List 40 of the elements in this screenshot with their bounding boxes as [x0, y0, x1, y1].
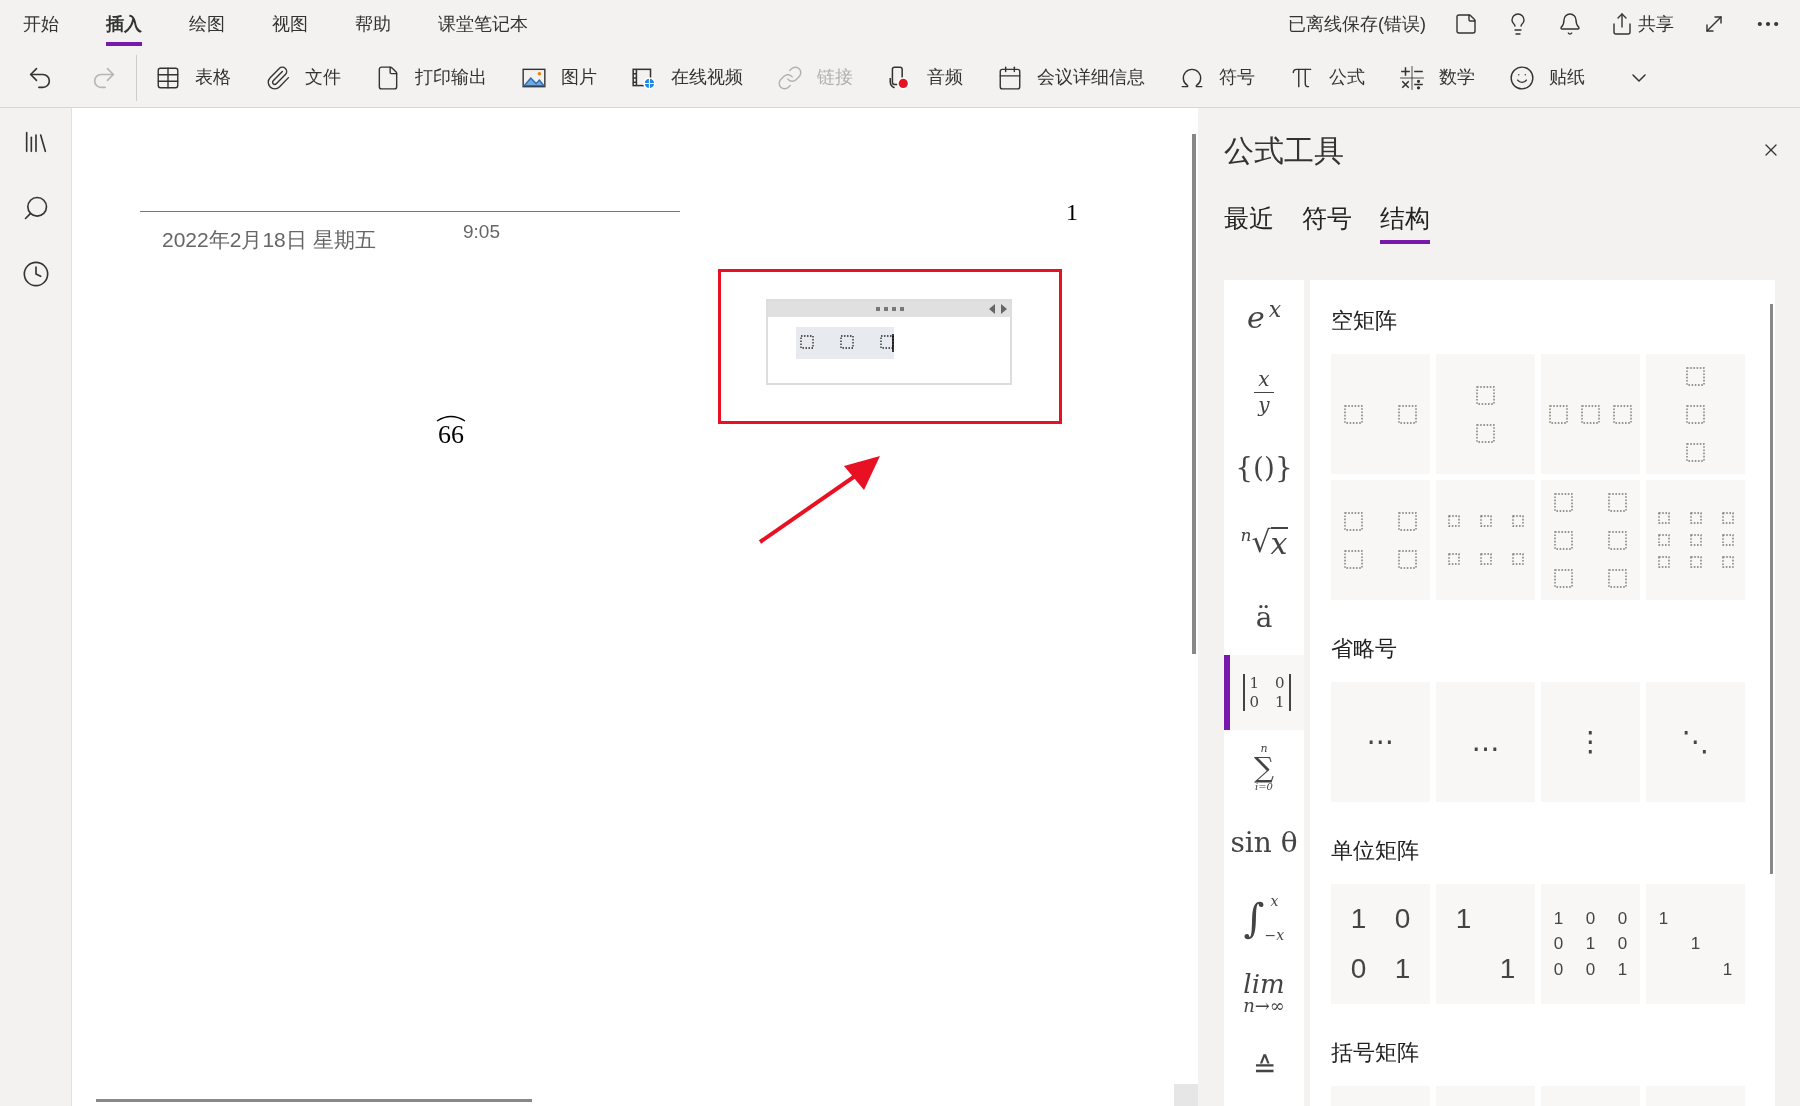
- section-title: 单位矩阵: [1331, 840, 1420, 862]
- ribbon-tab[interactable]: 开始: [23, 2, 59, 46]
- structure-tile[interactable]: 1 0 0 0 1 0 0 0 1: [1541, 884, 1640, 1004]
- page-time: 9:05: [463, 220, 500, 244]
- section-title: 空矩阵: [1331, 310, 1398, 332]
- structure-tile[interactable]: …: [1436, 682, 1535, 802]
- ribbon-tab[interactable]: 绘图: [189, 2, 225, 46]
- toolbar-button[interactable]: 会议详细信息: [997, 64, 1145, 91]
- toolbar-button[interactable]: 公式: [1289, 64, 1365, 91]
- toolbar-button[interactable]: 图片: [521, 64, 597, 91]
- toolbar-button[interactable]: 表格: [155, 64, 231, 91]
- panel-tab[interactable]: 结构: [1380, 200, 1430, 244]
- toolbar-button[interactable]: 打印输出: [375, 64, 487, 91]
- toolbar-button[interactable]: 符号: [1179, 64, 1255, 91]
- toolbar-button[interactable]: 在线视频: [631, 64, 743, 91]
- toolbar-button[interactable]: 数学: [1399, 64, 1475, 91]
- page-number: 1: [1066, 198, 1078, 227]
- toolbar-button[interactable]: 贴纸: [1509, 64, 1585, 91]
- math-expression: 66: [438, 422, 464, 448]
- toolbar-button[interactable]: 音频: [887, 64, 963, 91]
- ribbon-tab[interactable]: 插入: [106, 2, 142, 46]
- structure-tile[interactable]: 1 1 1: [1646, 884, 1745, 1004]
- structure-category[interactable]: 1 0 0 1: [1224, 655, 1304, 730]
- toolbar-button[interactable]: 文件: [265, 64, 341, 91]
- panel-tab[interactable]: 符号: [1302, 200, 1352, 244]
- ribbon-tab[interactable]: 课堂笔记本: [438, 2, 528, 46]
- section-title: 括号矩阵: [1331, 1042, 1420, 1064]
- share-button[interactable]: 共享: [1610, 10, 1674, 38]
- panel-tab[interactable]: 最近: [1224, 200, 1274, 244]
- structure-tile[interactable]: ⋯: [1331, 682, 1430, 802]
- panel-title: 公式工具: [1224, 132, 1344, 169]
- ribbon-tab[interactable]: 视图: [272, 2, 308, 46]
- page-date: 2022年2月18日 星期五: [162, 227, 376, 253]
- ribbon-tab[interactable]: 帮助: [355, 2, 391, 46]
- section-title: 省略号: [1331, 638, 1398, 660]
- structure-tile[interactable]: 1 0 0 1: [1331, 884, 1430, 1004]
- structure-tile[interactable]: ⋮: [1541, 682, 1640, 802]
- structure-tile[interactable]: 1 1: [1436, 884, 1535, 1004]
- save-status: 已离线保存(错误): [1288, 12, 1426, 36]
- structure-tile[interactable]: ⋱: [1646, 682, 1745, 802]
